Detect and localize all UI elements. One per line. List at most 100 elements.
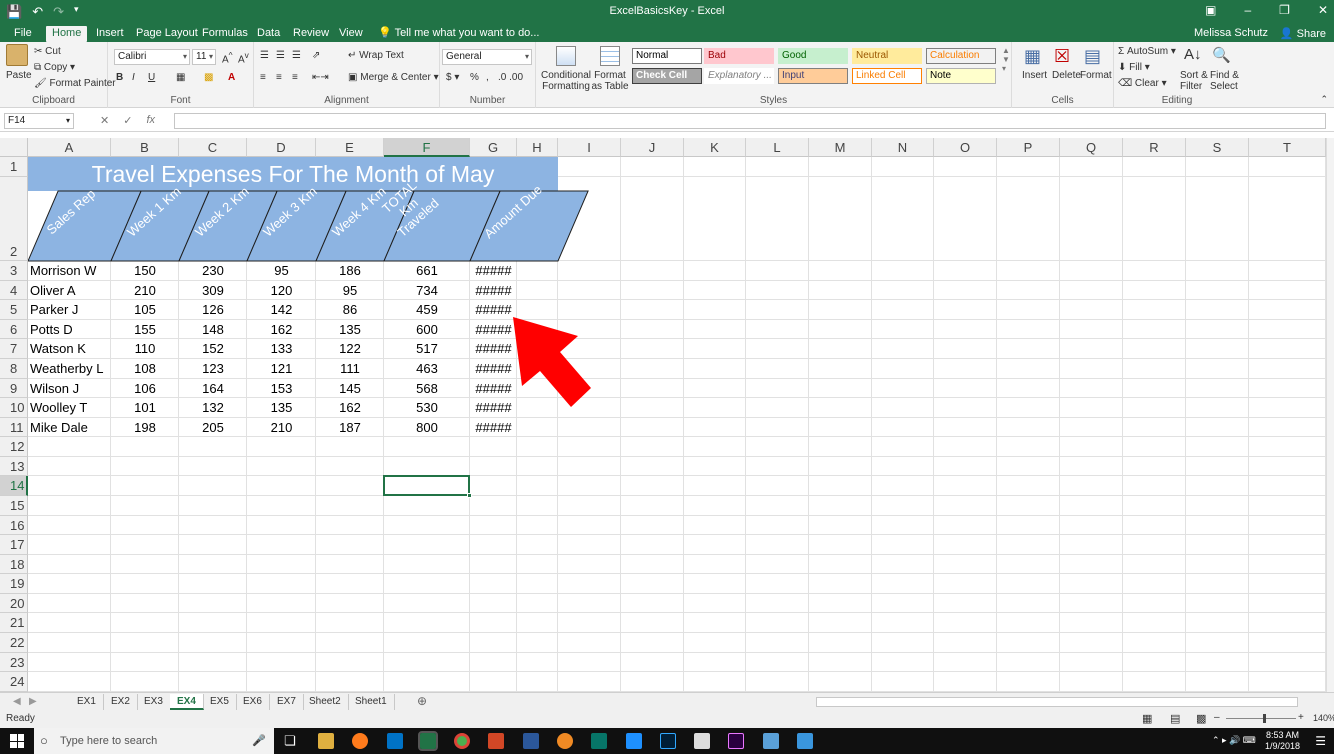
cancel-icon[interactable]: ✕ xyxy=(100,114,109,127)
tab-file[interactable]: File xyxy=(8,26,38,42)
km-cell[interactable]: 568 xyxy=(386,379,468,398)
row-header[interactable]: 10 xyxy=(0,398,28,418)
row-header[interactable]: 24 xyxy=(0,672,28,692)
column-header[interactable]: C xyxy=(179,138,247,157)
delete-cells-button[interactable]: Delete xyxy=(1052,70,1081,81)
km-cell[interactable]: 133 xyxy=(249,339,314,359)
amount-due-cell[interactable]: ##### xyxy=(472,359,515,379)
top-align-icon[interactable]: ☰ xyxy=(260,50,269,61)
calculator-icon[interactable] xyxy=(694,733,710,749)
amount-due-cell[interactable]: ##### xyxy=(472,398,515,418)
km-cell[interactable]: 198 xyxy=(113,418,177,437)
column-header[interactable]: S xyxy=(1186,138,1249,157)
add-sheet-icon[interactable]: ⊕ xyxy=(410,694,434,710)
km-cell[interactable]: 142 xyxy=(249,300,314,320)
km-cell[interactable]: 164 xyxy=(181,379,245,398)
format-painter-button[interactable]: 🖌 Format Painter xyxy=(34,78,116,89)
km-cell[interactable]: 153 xyxy=(249,379,314,398)
km-cell[interactable]: 106 xyxy=(113,379,177,398)
tab-home[interactable]: Home xyxy=(46,26,88,42)
km-cell[interactable]: 86 xyxy=(318,300,382,320)
grow-font-icon[interactable]: A^ xyxy=(222,50,233,65)
zoom-in-icon[interactable]: + xyxy=(1298,712,1304,723)
autosum-button[interactable]: Σ AutoSum ▾ xyxy=(1118,46,1176,57)
cell-style-8[interactable]: Linked Cell xyxy=(852,68,922,84)
page-layout-view-icon[interactable]: ▤ xyxy=(1170,712,1180,725)
amount-due-cell[interactable]: ##### xyxy=(472,300,515,320)
column-header[interactable]: G xyxy=(470,138,517,157)
amount-due-cell[interactable]: ##### xyxy=(472,281,515,300)
cell-style-1[interactable]: Bad xyxy=(704,48,774,64)
column-header[interactable]: F xyxy=(384,138,470,157)
km-cell[interactable]: 517 xyxy=(386,339,468,359)
clear-button[interactable]: ⌫ Clear ▾ xyxy=(1118,78,1167,89)
km-cell[interactable]: 150 xyxy=(113,261,177,281)
row-header[interactable]: 22 xyxy=(0,633,28,653)
km-cell[interactable]: 186 xyxy=(318,261,382,281)
underline-icon[interactable]: U xyxy=(148,72,155,83)
font-size-select[interactable]: 11 ▾ xyxy=(192,49,216,65)
km-cell[interactable]: 155 xyxy=(113,320,177,339)
row-header[interactable]: 19 xyxy=(0,574,28,594)
cell-style-5[interactable]: Check Cell xyxy=(632,68,702,84)
column-header[interactable]: Q xyxy=(1060,138,1123,157)
amount-due-cell[interactable]: ##### xyxy=(472,418,515,437)
bottom-align-icon[interactable]: ☰ xyxy=(292,50,301,61)
sort-filter-icon[interactable]: A↓ xyxy=(1184,46,1202,63)
sheet-tab[interactable]: EX2 xyxy=(104,694,138,710)
km-cell[interactable]: 309 xyxy=(181,281,245,300)
tab-review[interactable]: Review xyxy=(287,26,335,42)
km-cell[interactable]: 205 xyxy=(181,418,245,437)
word-icon[interactable] xyxy=(523,733,539,749)
column-header[interactable]: P xyxy=(997,138,1060,157)
sheet-tab[interactable]: Sheet2 xyxy=(302,694,349,710)
excel-taskbar-icon[interactable] xyxy=(418,731,438,751)
km-cell[interactable]: 162 xyxy=(249,320,314,339)
decimal-icon[interactable]: .0 .00 xyxy=(498,72,523,83)
enter-icon[interactable]: ✓ xyxy=(123,114,132,127)
find-select-icon[interactable]: 🔍 xyxy=(1212,46,1231,64)
wrap-text-button[interactable]: ↵ Wrap Text xyxy=(348,50,404,61)
shrink-font-icon[interactable]: Av xyxy=(238,50,249,65)
find-select-button[interactable]: Find & Select xyxy=(1210,70,1240,92)
normal-view-icon[interactable]: ▦ xyxy=(1142,712,1152,725)
km-cell[interactable]: 230 xyxy=(181,261,245,281)
column-header[interactable]: M xyxy=(809,138,872,157)
km-cell[interactable]: 210 xyxy=(113,281,177,300)
photoshop-icon[interactable] xyxy=(660,733,676,749)
cell-style-7[interactable]: Input xyxy=(778,68,848,84)
sales-rep-cell[interactable]: Watson K xyxy=(30,339,109,359)
km-cell[interactable]: 120 xyxy=(249,281,314,300)
km-cell[interactable]: 126 xyxy=(181,300,245,320)
row-header[interactable]: 6 xyxy=(0,320,28,339)
km-cell[interactable]: 187 xyxy=(318,418,382,437)
km-cell[interactable]: 95 xyxy=(249,261,314,281)
tab-data[interactable]: Data xyxy=(251,26,286,42)
km-cell[interactable]: 734 xyxy=(386,281,468,300)
insert-cells-button[interactable]: Insert xyxy=(1022,70,1047,81)
sheet-tab[interactable]: EX3 xyxy=(137,694,171,710)
fill-button[interactable]: ⬇ Fill ▾ xyxy=(1118,62,1150,73)
outlook-icon[interactable] xyxy=(387,733,403,749)
tell-me-box[interactable]: 💡 Tell me what you want to do... xyxy=(372,26,545,42)
insert-function-icon[interactable]: fx xyxy=(146,114,155,127)
km-cell[interactable]: 162 xyxy=(318,398,382,418)
amount-due-cell[interactable]: ##### xyxy=(472,261,515,281)
column-header[interactable]: R xyxy=(1123,138,1186,157)
amount-due-cell[interactable]: ##### xyxy=(472,339,515,359)
cell-style-3[interactable]: Neutral xyxy=(852,48,922,64)
column-header[interactable]: L xyxy=(746,138,809,157)
amount-due-cell[interactable]: ##### xyxy=(472,379,515,398)
row-header[interactable]: 1 xyxy=(0,157,28,177)
tab-insert[interactable]: Insert xyxy=(90,26,130,42)
row-header[interactable]: 15 xyxy=(0,496,28,516)
cell-style-2[interactable]: Good xyxy=(778,48,848,64)
sheet-tab[interactable]: EX5 xyxy=(203,694,237,710)
km-cell[interactable]: 110 xyxy=(113,339,177,359)
conditional-formatting-icon[interactable] xyxy=(556,46,576,66)
km-cell[interactable]: 135 xyxy=(318,320,382,339)
taskbar-clock[interactable]: 8:53 AM 1/9/2018 xyxy=(1265,730,1300,752)
format-as-table-button[interactable]: Format as Table xyxy=(590,70,630,92)
cut-button[interactable]: ✂ Cut xyxy=(34,46,61,57)
paste-button[interactable]: Paste xyxy=(6,70,32,81)
